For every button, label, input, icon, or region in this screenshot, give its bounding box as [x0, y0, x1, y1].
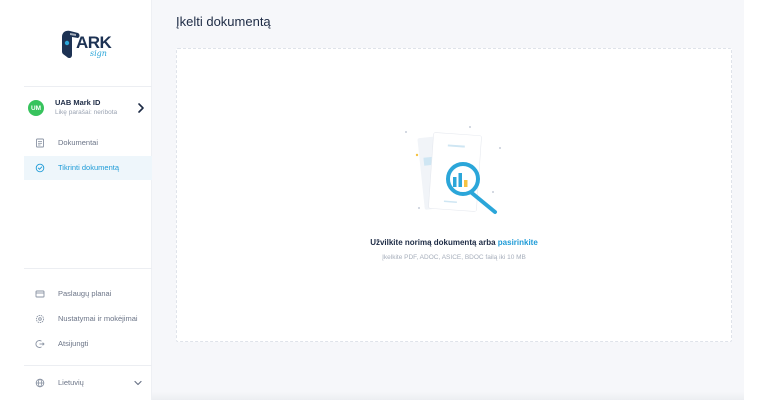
sidebar-item-label: Dokumentai	[58, 138, 99, 147]
gear-icon	[35, 314, 45, 324]
sidebar-item-label: Nustatymai ir mokėjimai	[58, 314, 138, 323]
avatar: UM	[28, 100, 44, 116]
account-name: UAB Mark ID	[55, 98, 101, 107]
sidebar-item-logout[interactable]: Atsijungti	[24, 332, 152, 356]
document-search-illustration-icon	[405, 126, 501, 214]
sidebar-item-label: Paslaugų planai	[58, 289, 112, 298]
document-icon	[36, 138, 44, 148]
account-switcher[interactable]: UM UAB Mark ID Likę parašai: neribota	[24, 96, 152, 122]
card-icon	[35, 290, 45, 298]
brand-logo[interactable]: ARK sign	[56, 28, 120, 64]
choose-file-link[interactable]: pasirinkite	[498, 238, 538, 247]
account-subtitle: Likę parašai: neribota	[55, 109, 118, 116]
app-window: ARK sign UM UAB Mark ID Likę parašai: ne…	[0, 0, 768, 400]
language-label: Lietuvių	[58, 378, 84, 387]
logout-icon	[35, 340, 45, 348]
sidebar-item-plans[interactable]: Paslaugų planai	[24, 282, 152, 306]
dropzone-prompt-text: Užvilkite norimą dokumentą arba	[370, 238, 498, 247]
sidebar-item-label: Tikrinti dokumentą	[58, 163, 119, 172]
sidebar-divider	[24, 365, 152, 366]
sidebar-item-label: Atsijungti	[58, 339, 89, 348]
sidebar: ARK sign UM UAB Mark ID Likę parašai: ne…	[0, 0, 152, 400]
sidebar-item-settings[interactable]: Nustatymai ir mokėjimai	[24, 307, 152, 331]
page-title: Įkelti dokumentą	[176, 14, 271, 29]
sidebar-item-documents[interactable]: Dokumentai	[24, 131, 152, 155]
chevron-right-icon	[138, 103, 144, 113]
logo-script: sign	[90, 49, 107, 58]
sidebar-divider	[24, 86, 152, 87]
chevron-down-icon[interactable]	[133, 379, 143, 387]
window-edge	[744, 0, 768, 400]
globe-icon	[35, 378, 45, 388]
bottom-edge	[152, 392, 744, 400]
check-circle-icon	[35, 163, 45, 173]
dropzone-prompt: Užvilkite norimą dokumentą arba pasirink…	[176, 238, 732, 247]
dropzone-hint: Įkelkite PDF, ADOC, ASICE, BDOC failą ik…	[382, 254, 526, 261]
sidebar-divider	[24, 268, 152, 269]
sidebar-item-verify-document[interactable]: Tikrinti dokumentą	[24, 156, 152, 180]
